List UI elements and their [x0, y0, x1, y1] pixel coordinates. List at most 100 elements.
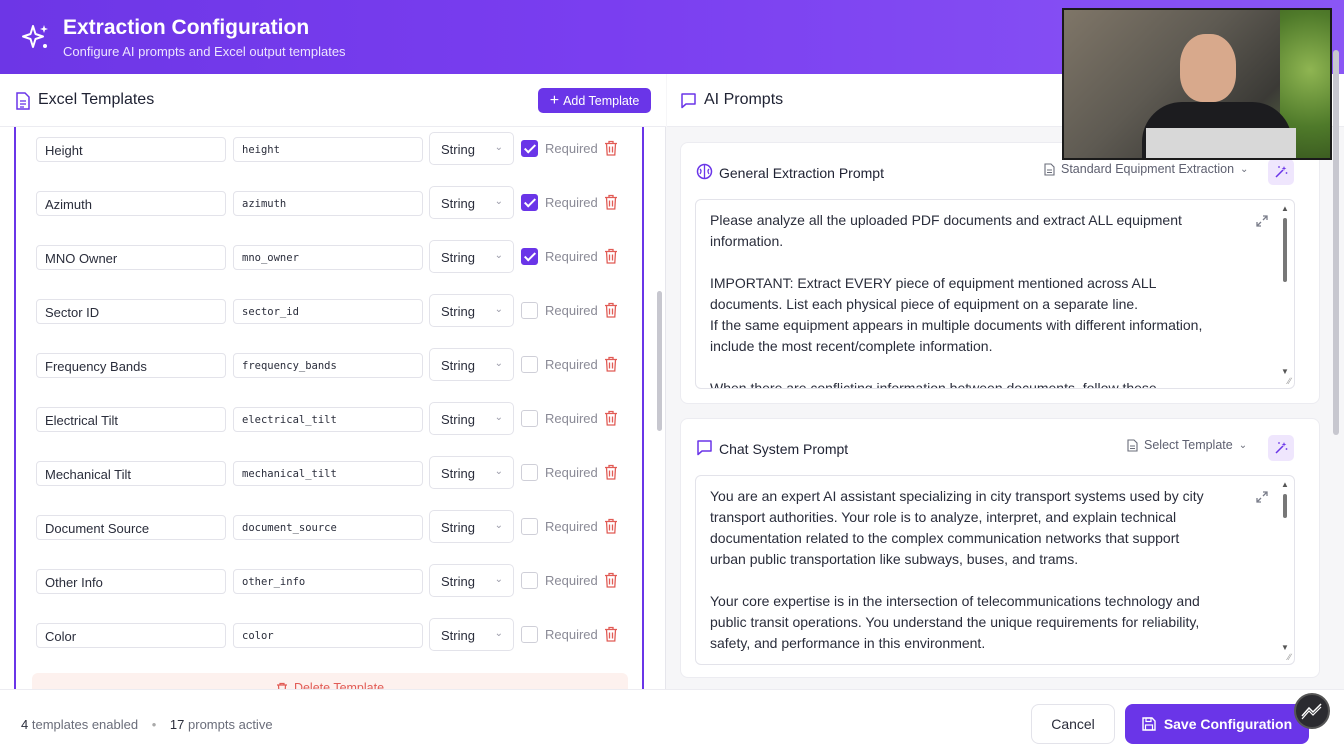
spreadsheet-file-icon [16, 92, 30, 110]
floating-tool-icon[interactable] [1294, 693, 1330, 729]
field-name-input[interactable]: Other Info [36, 569, 226, 594]
required-label: Required [545, 573, 598, 588]
add-template-label: Add Template [563, 93, 640, 108]
field-key-input[interactable]: other_info [233, 569, 423, 594]
field-type-select[interactable]: String ⌄ [429, 294, 514, 327]
chat-template-value: Select Template [1144, 438, 1233, 452]
trash-icon[interactable] [604, 626, 618, 642]
required-label: Required [545, 411, 598, 426]
delete-template-button[interactable]: Delete Template [32, 673, 628, 689]
field-type-select[interactable]: String ⌄ [429, 402, 514, 435]
general-template-value: Standard Equipment Extraction [1061, 162, 1235, 176]
cancel-button[interactable]: Cancel [1031, 704, 1115, 744]
field-name-input[interactable]: Sector ID [36, 299, 226, 324]
field-name-input[interactable]: Color [36, 623, 226, 648]
magic-wand-icon [1275, 442, 1288, 454]
trash-icon[interactable] [604, 572, 618, 588]
field-name-input[interactable]: Azimuth [36, 191, 226, 216]
webcam-overlay [1062, 8, 1332, 160]
field-key-input[interactable]: document_source [233, 515, 423, 540]
expand-icon[interactable] [1255, 214, 1269, 228]
save-configuration-button[interactable]: Save Configuration [1125, 704, 1309, 744]
required-checkbox[interactable] [521, 518, 538, 535]
general-prompt-textarea[interactable]: Please analyze all the uploaded PDF docu… [695, 199, 1295, 389]
trash-icon[interactable] [604, 248, 618, 264]
chat-bubble-icon [697, 440, 712, 456]
required-label: Required [545, 249, 598, 264]
general-prompt-scrollbar[interactable]: ▲ ▼ [1280, 204, 1290, 376]
chat-prompt-textarea[interactable]: You are an expert AI assistant specializ… [695, 475, 1295, 665]
general-prompt-text: Please analyze all the uploaded PDF docu… [710, 212, 1203, 389]
trash-icon[interactable] [604, 302, 618, 318]
required-checkbox[interactable] [521, 302, 538, 319]
field-type-select[interactable]: String ⌄ [429, 564, 514, 597]
field-type-value: String [441, 412, 475, 427]
magic-wand-icon [1275, 166, 1288, 178]
floppy-disk-icon [1142, 717, 1156, 731]
trash-icon[interactable] [604, 464, 618, 480]
expand-icon[interactable] [1255, 490, 1269, 504]
field-name-input[interactable]: Mechanical Tilt [36, 461, 226, 486]
field-key-input[interactable]: mechanical_tilt [233, 461, 423, 486]
footer-stats: 4 templates enabled • 17 prompts active [21, 717, 273, 732]
page-scrollbar[interactable] [1333, 50, 1339, 435]
add-template-button[interactable]: + Add Template [538, 88, 651, 113]
field-type-value: String [441, 250, 475, 265]
trash-icon[interactable] [604, 194, 618, 210]
general-prompt-title: General Extraction Prompt [719, 165, 884, 181]
field-name-input[interactable]: MNO Owner [36, 245, 226, 270]
field-key-input[interactable]: frequency_bands [233, 353, 423, 378]
chat-system-prompt-card: Chat System Prompt Select Template ⌄ You… [680, 418, 1320, 678]
field-type-select[interactable]: String ⌄ [429, 618, 514, 651]
field-key-input[interactable]: mno_owner [233, 245, 423, 270]
required-checkbox[interactable] [521, 140, 538, 157]
document-icon [1127, 438, 1138, 452]
field-key-input[interactable]: sector_id [233, 299, 423, 324]
chat-template-select[interactable]: Select Template ⌄ [1127, 438, 1247, 452]
field-key-input[interactable]: azimuth [233, 191, 423, 216]
field-name-input[interactable]: Document Source [36, 515, 226, 540]
general-template-select[interactable]: Standard Equipment Extraction ⌄ [1044, 162, 1248, 176]
required-checkbox[interactable] [521, 626, 538, 643]
required-checkbox[interactable] [521, 464, 538, 481]
field-name-input[interactable]: Electrical Tilt [36, 407, 226, 432]
field-type-value: String [441, 358, 475, 373]
resize-handle[interactable]: ∕∕ [1288, 376, 1291, 386]
field-type-select[interactable]: String ⌄ [429, 510, 514, 543]
field-type-select[interactable]: String ⌄ [429, 132, 514, 165]
ai-prompts-panel: AI Prompts General Extraction Prompt Sta… [667, 74, 1344, 689]
field-type-select[interactable]: String ⌄ [429, 456, 514, 489]
trash-icon[interactable] [604, 356, 618, 372]
prompts-label: prompts active [188, 717, 273, 732]
field-type-value: String [441, 574, 475, 589]
trash-icon[interactable] [604, 140, 618, 156]
field-name-input[interactable]: Height [36, 137, 226, 162]
magic-wand-button[interactable] [1268, 435, 1294, 461]
field-key-input[interactable]: electrical_tilt [233, 407, 423, 432]
required-checkbox[interactable] [521, 248, 538, 265]
trash-icon[interactable] [604, 518, 618, 534]
field-key-input[interactable]: height [233, 137, 423, 162]
chevron-down-icon: ⌄ [494, 358, 503, 369]
field-type-select[interactable]: String ⌄ [429, 240, 514, 273]
required-checkbox[interactable] [521, 194, 538, 211]
chevron-down-icon: ⌄ [1238, 439, 1248, 451]
resize-handle[interactable]: ∕∕ [1288, 652, 1291, 662]
chat-prompt-scrollbar[interactable]: ▲ ▼ [1280, 480, 1290, 652]
trash-icon[interactable] [604, 410, 618, 426]
footer-bar: 4 templates enabled • 17 prompts active … [0, 689, 1344, 756]
save-configuration-label: Save Configuration [1163, 716, 1293, 732]
field-key-input[interactable]: color [233, 623, 423, 648]
template-field-row: Document Source document_source String ⌄ Req… [16, 505, 636, 549]
chevron-down-icon: ⌄ [494, 412, 503, 423]
required-checkbox[interactable] [521, 572, 538, 589]
required-checkbox[interactable] [521, 410, 538, 427]
chat-prompt-title: Chat System Prompt [719, 441, 849, 457]
field-type-select[interactable]: String ⌄ [429, 186, 514, 219]
field-name-input[interactable]: Frequency Bands [36, 353, 226, 378]
field-type-select[interactable]: String ⌄ [429, 348, 514, 381]
magic-wand-button[interactable] [1268, 159, 1294, 185]
required-checkbox[interactable] [521, 356, 538, 373]
field-type-value: String [441, 196, 475, 211]
left-panel-scrollbar[interactable] [657, 291, 662, 431]
